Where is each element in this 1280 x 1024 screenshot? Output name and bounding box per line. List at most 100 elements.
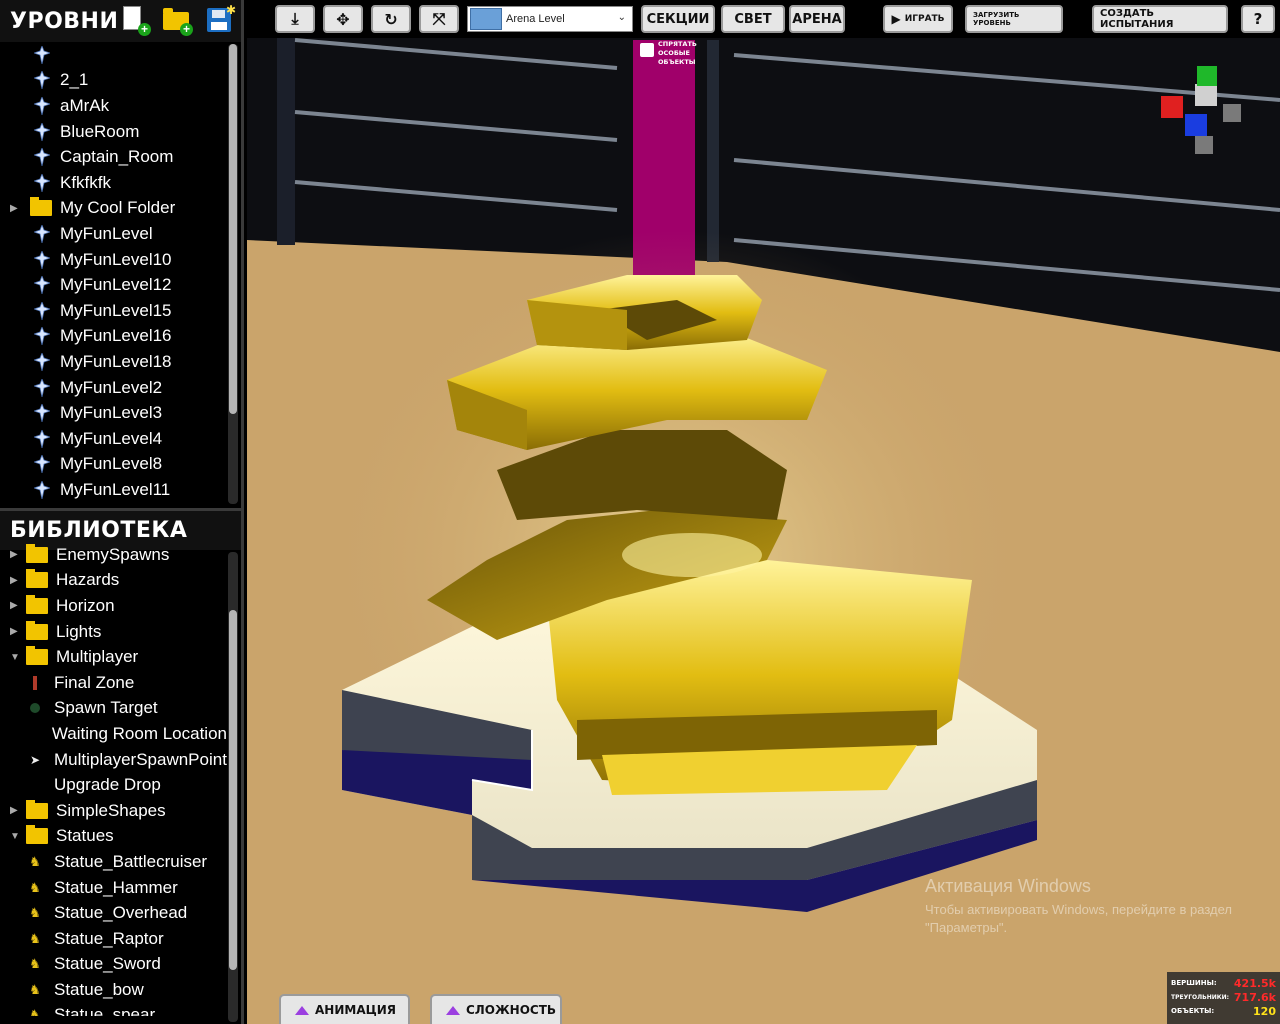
library-asset-item[interactable]: ➤ MultiplayerSpawnPoint	[0, 747, 227, 773]
3d-viewport[interactable]	[247, 0, 1280, 1024]
library-folder-item[interactable]: ▶ Horizon	[0, 593, 227, 619]
expand-arrow-icon[interactable]: ▶	[10, 549, 22, 560]
level-item[interactable]: MyFunLevel4	[0, 426, 227, 452]
level-icon	[34, 301, 50, 320]
sections-button[interactable]: СЕКЦИИ	[641, 5, 715, 33]
level-item[interactable]: MyFunLevel3	[0, 400, 227, 426]
scale-tool-button[interactable]: ⤧	[419, 5, 459, 33]
objects-value: 120	[1253, 1004, 1276, 1018]
library-asset-item[interactable]: Spawn Target	[0, 696, 227, 722]
vertices-value: 421.5k	[1233, 976, 1276, 990]
level-item[interactable]: MyFunLevel18	[0, 349, 227, 375]
scale-icon: ⤧	[432, 9, 446, 28]
expand-arrow-icon[interactable]: ▶	[10, 600, 22, 611]
collapse-arrow-icon[interactable]: ▼	[10, 831, 22, 842]
top-toolbar: ⤓ ✥ ↻ ⤧ Arena Level ⌄ СЕКЦИИ СВЕТ АРЕНА …	[247, 0, 1280, 38]
asset-label: MultiplayerSpawnPoint	[54, 749, 227, 769]
level-label: MyFunLevel11	[60, 479, 171, 499]
library-asset-item[interactable]: ♞ Statue_Overhead	[0, 900, 227, 926]
play-button[interactable]: ▶ ИГРАТЬ	[883, 5, 953, 33]
create-challenge-button[interactable]: СОЗДАТЬ ИСПЫТАНИЯ	[1092, 5, 1228, 33]
level-item[interactable]: Captain_Room	[0, 144, 227, 170]
level-item[interactable]: MyFunLevel	[0, 221, 227, 247]
move-tool-button[interactable]: ✥	[323, 5, 363, 33]
level-item[interactable]: 2_1	[0, 68, 227, 94]
expand-arrow-icon[interactable]: ▶	[10, 626, 22, 637]
difficulty-tab[interactable]: СЛОЖНОСТЬ	[430, 994, 562, 1024]
library-asset-item[interactable]: ♞ Statue_Battlecruiser	[0, 849, 227, 875]
library-asset-item[interactable]: ♞ Statue_spear	[0, 1003, 227, 1016]
library-scrollbar-thumb[interactable]	[229, 610, 237, 970]
expand-arrow-icon[interactable]: ▶	[10, 203, 22, 214]
levels-folder-item[interactable]: ▶ My Cool Folder	[0, 196, 227, 222]
watermark-text: Чтобы активировать Windows, перейдите в …	[925, 902, 1232, 935]
save-button[interactable]: ✱	[205, 3, 236, 34]
collapse-arrow-icon[interactable]: ▼	[10, 652, 22, 663]
level-icon	[34, 96, 50, 115]
levels-scrollbar-thumb[interactable]	[229, 44, 237, 414]
library-folder-item[interactable]: ▼ Statues	[0, 824, 227, 850]
level-icon	[34, 250, 50, 269]
arena-button[interactable]: АРЕНА	[789, 5, 845, 33]
library-folder-item[interactable]: ▶ SimpleShapes	[0, 798, 227, 824]
move-icon: ✥	[336, 9, 350, 29]
dark-sphere-icon	[26, 699, 44, 717]
new-folder-button[interactable]: +	[163, 6, 193, 36]
level-item[interactable]: MyFunLevel15	[0, 298, 227, 324]
folder-icon	[26, 799, 48, 819]
download-button[interactable]: ⤓	[275, 5, 315, 33]
library-asset-item[interactable]: ♞ Statue_bow	[0, 977, 227, 1003]
library-asset-item[interactable]: Waiting Room Location	[0, 721, 227, 747]
level-item[interactable]: MyFunLevel12	[0, 272, 227, 298]
level-item[interactable]: MyFunLevel11	[0, 477, 227, 503]
load-level-button[interactable]: ЗАГРУЗИТЬ УРОВЕНЬ	[965, 5, 1063, 33]
library-folder-item[interactable]: ▶ EnemySpawns	[0, 542, 227, 568]
level-item[interactable]: MyFunLevel10	[0, 247, 227, 273]
level-label: MyFunLevel12	[60, 275, 172, 295]
animation-tab-label: АНИМАЦИЯ	[315, 1003, 397, 1017]
folder-icon	[26, 646, 48, 666]
level-item[interactable]: aMrAk	[0, 93, 227, 119]
plus-icon: +	[138, 23, 151, 36]
asset-label: Waiting Room Location	[51, 723, 227, 743]
hide-special-objects-checkbox[interactable]	[640, 43, 654, 57]
expand-arrow-icon[interactable]: ▶	[10, 805, 22, 816]
hide-special-objects-toggle[interactable]: СПРЯТАТЬ ОСОБЫЕ ОБЪЕКТЫ	[640, 40, 724, 67]
folder-icon	[26, 594, 48, 614]
level-type-select[interactable]: Arena Level ⌄	[467, 6, 633, 32]
objects-label: ОБЪЕКТЫ:	[1171, 1007, 1215, 1015]
grid-thumbnail-icon	[470, 8, 502, 30]
new-level-button[interactable]: +	[121, 6, 151, 36]
folder-icon	[26, 543, 48, 563]
library-asset-item[interactable]: Upgrade Drop	[0, 772, 227, 798]
level-label: MyFunLevel18	[60, 351, 172, 371]
library-folder-item[interactable]: ▼ Multiplayer	[0, 644, 227, 670]
animation-tab[interactable]: АНИМАЦИЯ	[279, 994, 410, 1024]
windows-activation-watermark: Активация Windows Чтобы активировать Win…	[925, 876, 1245, 937]
rotate-icon: ↻	[384, 9, 398, 29]
library-folder-item[interactable]: ▶ Lights	[0, 619, 227, 645]
library-asset-item[interactable]: ♞ Statue_Sword	[0, 952, 227, 978]
light-button[interactable]: СВЕТ	[721, 5, 785, 33]
level-item[interactable]: Kfkfkfk	[0, 170, 227, 196]
library-asset-item[interactable]: ♞ Statue_Raptor	[0, 926, 227, 952]
rotate-tool-button[interactable]: ↻	[371, 5, 411, 33]
level-item[interactable]: BlueRoom	[0, 119, 227, 145]
statue-icon: ♞	[29, 905, 41, 921]
level-item[interactable]: MyFunLevel8	[0, 452, 227, 478]
levels-panel-header: УРОВНИ + + ✱	[0, 0, 241, 42]
library-asset-item[interactable]: ♞ Statue_Hammer	[0, 875, 227, 901]
level-item[interactable]: MyFunLevel16	[0, 324, 227, 350]
library-scrollbar[interactable]	[228, 552, 238, 1022]
statue-icon: ♞	[29, 879, 41, 895]
expand-arrow-icon[interactable]: ▶	[10, 575, 22, 586]
folder-label: My Cool Folder	[60, 198, 176, 218]
level-item[interactable]: MyFunLevel2	[0, 375, 227, 401]
level-item[interactable]	[0, 42, 227, 68]
folder-label: Multiplayer	[56, 647, 139, 667]
library-folder-item[interactable]: ▶ Hazards	[0, 568, 227, 594]
asset-label: Statue_spear	[54, 1005, 156, 1016]
levels-scrollbar[interactable]	[228, 44, 238, 504]
library-asset-item[interactable]: Final Zone	[0, 670, 227, 696]
help-button[interactable]: ?	[1241, 5, 1275, 33]
